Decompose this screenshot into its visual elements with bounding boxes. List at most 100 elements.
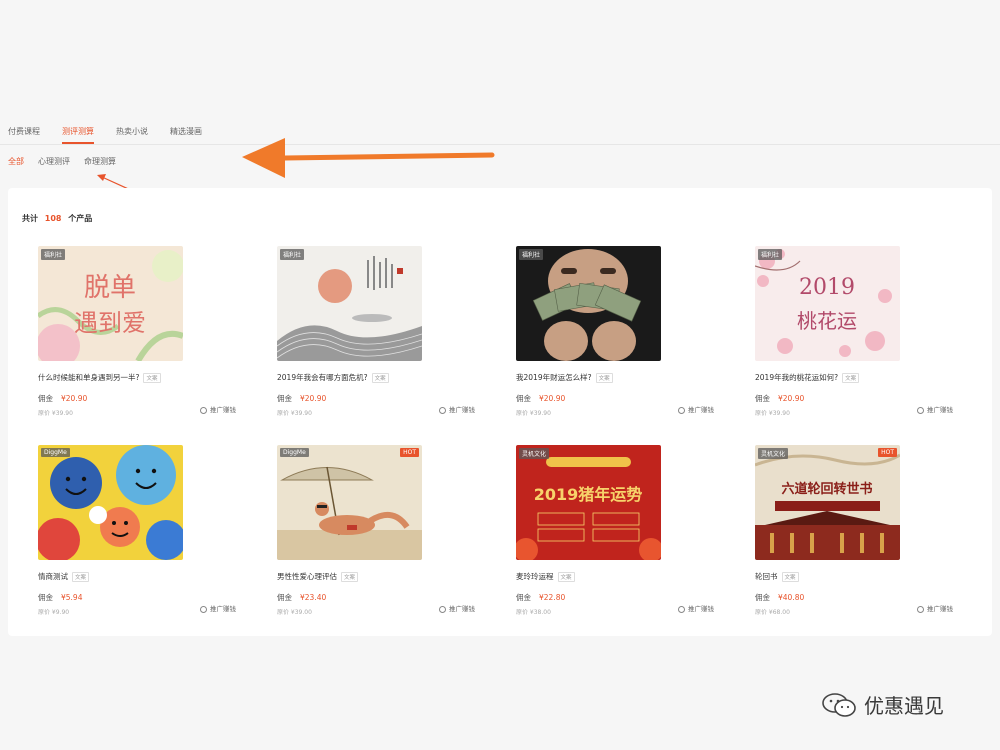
commission: 佣金 ¥20.90 <box>277 393 326 404</box>
tab-novels[interactable]: 热卖小说 <box>116 126 148 144</box>
product-title[interactable]: 2019年我会有哪方面危机? 文案 <box>277 372 389 383</box>
promote-label: 推广赚钱 <box>927 605 953 613</box>
product-title[interactable]: 2019年我的桃花运如何? 文案 <box>755 372 860 383</box>
commission: 佣金 ¥20.90 <box>516 393 565 404</box>
commission-price: ¥20.90 <box>61 394 88 403</box>
tab-comics[interactable]: 精选漫画 <box>170 126 202 144</box>
count-number: 108 <box>44 214 62 223</box>
copy-tag[interactable]: 文案 <box>781 572 799 582</box>
share-icon <box>917 406 924 414</box>
product-thumbnail[interactable]: 福利社 <box>516 246 661 361</box>
commission: 佣金 ¥20.90 <box>755 393 804 404</box>
commission-label: 佣金 <box>516 394 531 403</box>
original-price: 原价 ¥39.00 <box>277 609 312 616</box>
commission-label: 佣金 <box>277 593 292 602</box>
thumb-smiley-image <box>38 445 183 560</box>
product-title-text: 男性性爱心理评估 <box>277 572 337 581</box>
subtab-psych[interactable]: 心理测评 <box>38 156 70 167</box>
thumb-year: 2019 <box>799 275 855 300</box>
top-tabs: 付费课程 测评测算 热卖小说 精选漫画 <box>0 115 1000 145</box>
product-card[interactable]: 六道轮回转世书 灵机文化 HOT 轮回书 文案 佣金 ¥40.80 原价 ¥68… <box>755 445 994 644</box>
product-thumbnail[interactable]: 脱单 遇到爱 福利社 <box>38 246 183 361</box>
product-thumbnail[interactable]: 2019猪年运势 灵机文化 <box>516 445 661 560</box>
product-title-text: 2019年我会有哪方面危机? <box>277 373 368 382</box>
product-card[interactable]: DiggMe 情商测试 文案 佣金 ¥5.94 原价 ¥9.90 推广赚钱 <box>38 445 277 644</box>
product-thumbnail[interactable]: 六道轮回转世书 灵机文化 HOT <box>755 445 900 560</box>
promote-button[interactable]: 推广赚钱 <box>678 404 714 414</box>
copy-tag[interactable]: 文案 <box>595 373 613 383</box>
promote-label: 推广赚钱 <box>688 406 714 414</box>
product-title[interactable]: 我2019年财运怎么样? 文案 <box>516 372 613 383</box>
page: 付费课程 测评测算 热卖小说 精选漫画 全部 心理测评 命理测算 共计 108 … <box>0 0 1000 750</box>
product-thumbnail[interactable]: DiggMe <box>38 445 183 560</box>
product-card[interactable]: 2019 桃花运 福利社 2019年我的桃花运如何? 文案 佣金 ¥20.90 原价… <box>755 246 994 445</box>
count-suffix: 个产品 <box>68 214 93 223</box>
commission-label: 佣金 <box>755 394 770 403</box>
product-grid: 脱单 遇到爱 福利社 什么时候能和单身遇到另一半? 文案 佣金 ¥20.90 原价 … <box>38 246 978 644</box>
product-title[interactable]: 什么时候能和单身遇到另一半? 文案 <box>38 372 161 383</box>
thumb-text-line1: 脱单 <box>84 273 136 303</box>
promote-label: 推广赚钱 <box>449 406 475 414</box>
commission: 佣金 ¥5.94 <box>38 592 82 603</box>
promote-label: 推广赚钱 <box>210 605 236 613</box>
product-card[interactable]: 2019猪年运势 灵机文化 麦玲玲运程 文案 佣金 ¥22.80 原价 ¥38.00… <box>516 445 755 644</box>
subtab-all[interactable]: 全部 <box>8 156 24 167</box>
copy-tag[interactable]: 文案 <box>72 572 90 582</box>
share-icon <box>439 406 446 414</box>
copy-tag[interactable]: 文案 <box>341 572 359 582</box>
commission-price: ¥20.90 <box>539 394 566 403</box>
subtab-fortune[interactable]: 命理测算 <box>84 156 116 167</box>
tab-paid-courses[interactable]: 付费课程 <box>8 126 40 144</box>
copy-tag[interactable]: 文案 <box>143 373 161 383</box>
vendor-badge: 福利社 <box>758 249 783 260</box>
share-icon <box>678 406 685 414</box>
hot-badge: HOT <box>878 448 897 457</box>
copy-tag[interactable]: 文案 <box>842 373 860 383</box>
original-price: 原价 ¥9.90 <box>38 609 70 616</box>
product-title[interactable]: 情商测试 文案 <box>38 571 90 582</box>
product-card[interactable]: DiggMe HOT 男性性爱心理评估 文案 佣金 ¥23.40 原价 ¥39.00… <box>277 445 516 644</box>
product-thumbnail[interactable]: 福利社 <box>277 246 422 361</box>
product-title[interactable]: 男性性爱心理评估 文案 <box>277 571 359 582</box>
commission-price: ¥20.90 <box>778 394 805 403</box>
vendor-badge: 福利社 <box>519 249 544 260</box>
promote-button[interactable]: 推广赚钱 <box>200 404 236 414</box>
thumb-romance-image: 脱单 遇到爱 <box>38 246 183 361</box>
promote-button[interactable]: 推广赚钱 <box>200 603 236 613</box>
original-price: 原价 ¥39.90 <box>38 410 73 417</box>
tab-assessments[interactable]: 测评测算 <box>62 126 94 144</box>
product-thumbnail[interactable]: 2019 桃花运 福利社 <box>755 246 900 361</box>
promote-button[interactable]: 推广赚钱 <box>917 404 953 414</box>
thumb-title: 2019猪年运势 <box>534 485 643 504</box>
promote-label: 推广赚钱 <box>927 406 953 414</box>
commission: 佣金 ¥40.80 <box>755 592 804 603</box>
share-icon <box>917 605 924 613</box>
thumb-pig-year-image: 2019猪年运势 <box>516 445 661 560</box>
vendor-badge: 福利社 <box>41 249 66 260</box>
promote-button[interactable]: 推广赚钱 <box>439 603 475 613</box>
product-thumbnail[interactable]: DiggMe HOT <box>277 445 422 560</box>
product-title[interactable]: 麦玲玲运程 文案 <box>516 571 575 582</box>
commission: 佣金 ¥22.80 <box>516 592 565 603</box>
product-title[interactable]: 轮回书 文案 <box>755 571 799 582</box>
share-icon <box>200 605 207 613</box>
promote-label: 推广赚钱 <box>688 605 714 613</box>
promote-label: 推广赚钱 <box>210 406 236 414</box>
thumb-landscape-image <box>277 246 422 361</box>
product-card[interactable]: 福利社 我2019年财运怎么样? 文案 佣金 ¥20.90 原价 ¥39.90 推广… <box>516 246 755 445</box>
copy-tag[interactable]: 文案 <box>557 572 575 582</box>
product-title-text: 2019年我的桃花运如何? <box>755 373 839 382</box>
promote-button[interactable]: 推广赚钱 <box>678 603 714 613</box>
original-price: 原价 ¥68.00 <box>755 609 790 616</box>
commission: 佣金 ¥20.90 <box>38 393 87 404</box>
commission-label: 佣金 <box>38 394 53 403</box>
product-card[interactable]: 脱单 遇到爱 福利社 什么时候能和单身遇到另一半? 文案 佣金 ¥20.90 原价 … <box>38 246 277 445</box>
copy-tag[interactable]: 文案 <box>371 373 389 383</box>
vendor-badge: 灵机文化 <box>519 448 550 459</box>
product-title-text: 情商测试 <box>38 572 68 581</box>
original-price: 原价 ¥39.90 <box>755 410 790 417</box>
product-card[interactable]: 福利社 2019年我会有哪方面危机? 文案 佣金 ¥20.90 原价 ¥39.90 … <box>277 246 516 445</box>
promote-button[interactable]: 推广赚钱 <box>439 404 475 414</box>
promote-button[interactable]: 推广赚钱 <box>917 603 953 613</box>
thumb-title: 六道轮回转世书 <box>781 481 872 497</box>
